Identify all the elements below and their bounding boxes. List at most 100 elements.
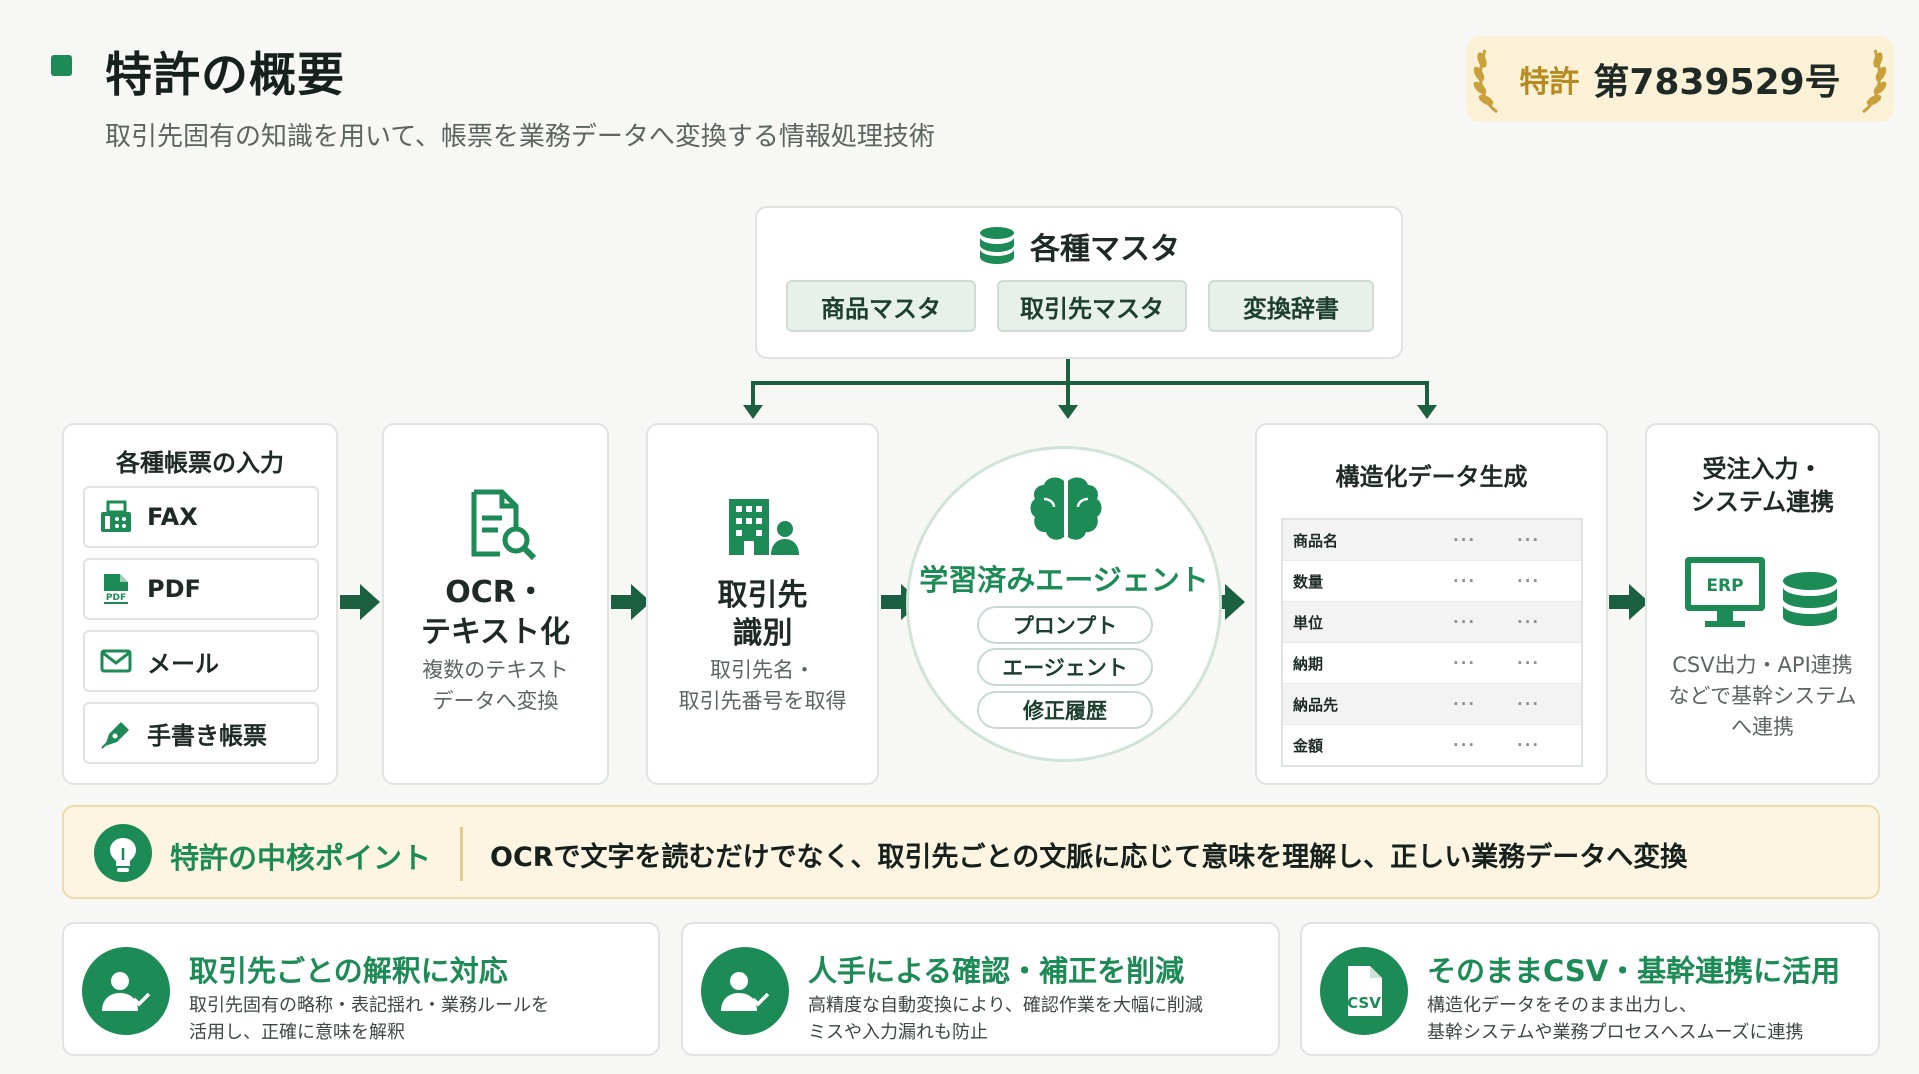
building-user-icon [729, 499, 799, 555]
erp-label: ERP [1706, 576, 1743, 596]
placeholder-dots: ··· [1453, 572, 1477, 590]
master-box: 各種マスタ 商品マスタ 取引先マスタ 変換辞書 [755, 206, 1403, 359]
order-desc-line1: CSV出力・API連携 [1672, 653, 1853, 677]
input-item-mail: メール [83, 630, 319, 692]
ocr-box: OCR・ テキスト化 複数のテキスト データへ変換 [382, 423, 609, 785]
input-item-fax: FAX [83, 486, 319, 548]
table-row: 納期 ··· ··· [1283, 643, 1581, 684]
patent-label: 特許 [1519, 65, 1580, 100]
master-chip-dictionary: 変換辞書 [1208, 280, 1374, 332]
placeholder-dots: ··· [1453, 736, 1477, 754]
csv-icon-label: CSV [1347, 994, 1381, 1012]
benefit-desc-line2: 活用し、正確に意味を解釈 [189, 1022, 405, 1043]
structured-title: 構造化データ生成 [1335, 463, 1528, 491]
ocr-desc: 複数のテキスト データへ変換 [384, 655, 607, 717]
input-label: PDF [147, 575, 201, 603]
placeholder-dots: ··· [1517, 531, 1541, 549]
client-title: 取引先 識別 [648, 577, 877, 653]
core-text: OCRで文字を読むだけでなく、取引先ごとの文脈に応じて意味を理解し、正しい業務デ… [490, 842, 1688, 873]
order-desc-line2: などで基幹システム [1668, 684, 1857, 708]
placeholder-dots: ··· [1453, 654, 1477, 672]
arrowhead-right-icon [1417, 405, 1437, 419]
laurel-right-icon [1861, 49, 1886, 114]
field-name: 商品名 [1293, 531, 1339, 550]
database-icon [1783, 572, 1837, 626]
benefit-title: そのままCSV・基幹連携に活用 [1427, 954, 1841, 988]
master-title: 各種マスタ [1030, 232, 1180, 267]
user-check-icon [82, 947, 170, 1035]
flow-arrow-2-icon [611, 584, 651, 620]
field-name: 納品先 [1293, 695, 1339, 714]
benefit-desc-line1: 高精度な自動変換により、確認作業を大幅に削減 [808, 995, 1203, 1016]
table-row: 数量 ··· ··· [1283, 561, 1581, 602]
svg-text:PDF: PDF [106, 593, 126, 603]
inputs-title: 各種帳票の入力 [116, 449, 284, 477]
client-title-line1: 取引先 [717, 578, 808, 613]
ocr-desc-line2: データへ変換 [432, 689, 559, 713]
placeholder-dots: ··· [1517, 695, 1541, 713]
benefit-desc-line1: 取引先固有の略称・表記揺れ・業務ルールを [189, 995, 549, 1016]
database-icon [980, 227, 1014, 264]
order-title-line2: システム連携 [1690, 488, 1835, 516]
mail-icon [100, 649, 132, 673]
brain-icon [1030, 477, 1102, 540]
laurel-left-icon [1474, 49, 1499, 114]
client-box: 取引先 識別 取引先名・ 取引先番号を取得 [646, 423, 879, 785]
benefit-desc: 構造化データをそのまま出力し、 基幹システムや業務プロセスへスムーズに連携 [1427, 992, 1804, 1046]
table-row: 納品先 ··· ··· [1283, 684, 1581, 725]
erp-monitor-icon: ERP [1685, 557, 1765, 627]
field-name: 金額 [1293, 736, 1324, 755]
flow-arrow-1-icon [340, 584, 380, 620]
agent-pill-history: 修正履歴 [977, 691, 1153, 729]
csv-file-icon: CSV [1320, 947, 1408, 1035]
client-desc-line2: 取引先番号を取得 [678, 689, 847, 713]
flow-arrow-5-icon [1609, 584, 1649, 620]
order-title: 受注入力・ システム連携 [1647, 453, 1878, 519]
benefit-desc-line2: ミスや入力漏れも防止 [808, 1022, 988, 1043]
pdf-icon: PDF [102, 574, 130, 604]
ocr-title-line1: OCR・ [445, 575, 546, 610]
table-row: 金額 ··· ··· [1283, 725, 1581, 765]
connector-stem [1066, 359, 1070, 383]
page-subtitle: 取引先固有の知識を用いて、帳票を業務データへ変換する情報処理技術 [105, 122, 935, 152]
document-search-icon [471, 489, 537, 561]
inputs-box: 各種帳票の入力 FAX PDF PDF メール 手書き帳票 [62, 423, 338, 785]
user-check-icon [701, 947, 789, 1035]
ocr-desc-line1: 複数のテキスト [422, 658, 569, 682]
table-row: 商品名 ··· ··· [1283, 520, 1581, 561]
field-name: 数量 [1293, 572, 1324, 591]
title-marker [51, 55, 72, 76]
pen-icon [101, 722, 129, 749]
patent-number: 第7839529号 [1593, 62, 1841, 103]
fax-icon [101, 500, 131, 532]
placeholder-dots: ··· [1453, 613, 1477, 631]
order-title-line1: 受注入力・ [1702, 455, 1823, 483]
placeholder-dots: ··· [1517, 654, 1541, 672]
order-desc-line3: へ連携 [1731, 715, 1794, 739]
input-item-handwritten: 手書き帳票 [83, 702, 319, 764]
ocr-title-line2: テキスト化 [420, 615, 571, 650]
arrowhead-left-icon [743, 405, 763, 419]
client-desc-line1: 取引先名・ [710, 658, 815, 682]
connector-bar [751, 381, 1429, 385]
placeholder-dots: ··· [1517, 736, 1541, 754]
placeholder-dots: ··· [1517, 613, 1541, 631]
placeholder-dots: ··· [1517, 572, 1541, 590]
order-desc: CSV出力・API連携 などで基幹システム へ連携 [1647, 650, 1878, 743]
placeholder-dots: ··· [1453, 531, 1477, 549]
agent-title: 学習済みエージェント [919, 563, 1209, 597]
lightbulb-icon [94, 824, 152, 882]
client-title-line2: 識別 [732, 616, 793, 651]
agent-pill-agent: エージェント [977, 648, 1153, 686]
benefit-desc-line1: 構造化データをそのまま出力し、 [1427, 995, 1697, 1016]
client-desc: 取引先名・ 取引先番号を取得 [648, 655, 877, 717]
input-label: FAX [147, 503, 198, 531]
patent-badge: 特許 第7839529号 [1466, 36, 1894, 122]
core-label: 特許の中核ポイント [170, 841, 432, 875]
benefit-desc-line2: 基幹システムや業務プロセスへスムーズに連携 [1427, 1022, 1804, 1043]
core-point-banner: 特許の中核ポイント OCRで文字を読むだけでなく、取引先ごとの文脈に応じて意味を… [62, 805, 1880, 899]
benefit-card-interpretation: 取引先ごとの解釈に対応 取引先固有の略称・表記揺れ・業務ルールを 活用し、正確に… [62, 922, 660, 1056]
structured-data-box: 構造化データ生成 商品名 ··· ··· 数量 ··· ··· 単位 ··· ··· 納期 ·… [1255, 423, 1608, 785]
benefit-desc: 取引先固有の略称・表記揺れ・業務ルールを 活用し、正確に意味を解釈 [189, 992, 549, 1046]
field-name: 納期 [1293, 654, 1324, 673]
